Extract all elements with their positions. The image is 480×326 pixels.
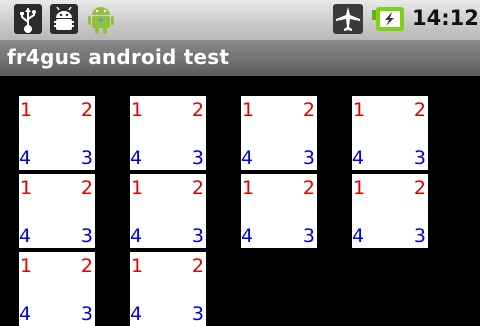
debug-icon <box>50 4 78 34</box>
battery-charging-icon <box>372 7 404 31</box>
tile-number-tl: 1 <box>131 255 144 277</box>
tile-number-tl: 1 <box>353 177 366 199</box>
number-tile: 1 2 4 3 <box>130 174 206 248</box>
tile-number-tr: 2 <box>80 99 93 121</box>
tile-number-bl: 4 <box>352 147 365 169</box>
tile-number-tr: 2 <box>191 177 204 199</box>
number-tile: 1 2 4 3 <box>19 252 95 326</box>
tile-number-tl: 1 <box>20 255 33 277</box>
tile-number-br: 3 <box>191 147 204 169</box>
tile-number-bl: 4 <box>241 147 254 169</box>
number-tile: 1 2 4 3 <box>19 174 95 248</box>
number-tile: 1 2 4 3 <box>241 174 317 248</box>
airplane-signal-icon <box>333 4 363 34</box>
tile-number-bl: 4 <box>19 303 32 325</box>
tile-number-bl: 4 <box>130 147 143 169</box>
tile-number-br: 3 <box>191 303 204 325</box>
number-tile: 1 2 4 3 <box>352 96 428 170</box>
number-tile: 1 2 4 3 <box>130 96 206 170</box>
tile-number-tl: 1 <box>242 177 255 199</box>
tile-number-br: 3 <box>191 225 204 247</box>
number-tile: 1 2 4 3 <box>130 252 206 326</box>
tile-number-tr: 2 <box>80 177 93 199</box>
tile-number-br: 3 <box>80 225 93 247</box>
status-bar: 14:12 <box>0 0 480 40</box>
tile-number-tl: 1 <box>20 99 33 121</box>
tile-number-tl: 1 <box>131 177 144 199</box>
tile-number-tr: 2 <box>413 99 426 121</box>
tile-number-br: 3 <box>80 303 93 325</box>
app-title: fr4gus android test <box>7 45 230 69</box>
tile-number-br: 3 <box>413 225 426 247</box>
status-clock: 14:12 <box>412 6 479 30</box>
tile-number-tr: 2 <box>413 177 426 199</box>
tile-number-br: 3 <box>80 147 93 169</box>
tile-number-bl: 4 <box>352 225 365 247</box>
tile-number-tl: 1 <box>242 99 255 121</box>
tile-number-bl: 4 <box>241 225 254 247</box>
tile-number-bl: 4 <box>19 147 32 169</box>
title-bar: fr4gus android test <box>0 40 480 76</box>
tile-number-tr: 2 <box>302 99 315 121</box>
tile-number-br: 3 <box>302 147 315 169</box>
tile-number-bl: 4 <box>19 225 32 247</box>
tile-number-tr: 2 <box>302 177 315 199</box>
tile-number-tl: 1 <box>20 177 33 199</box>
number-tile: 1 2 4 3 <box>19 96 95 170</box>
tile-number-tl: 1 <box>131 99 144 121</box>
usb-icon <box>14 4 42 34</box>
tile-number-tr: 2 <box>80 255 93 277</box>
tile-number-tr: 2 <box>191 255 204 277</box>
number-tile: 1 2 4 3 <box>352 174 428 248</box>
tile-number-bl: 4 <box>130 225 143 247</box>
tile-number-tl: 1 <box>353 99 366 121</box>
tile-number-br: 3 <box>413 147 426 169</box>
tile-number-br: 3 <box>302 225 315 247</box>
number-tile: 1 2 4 3 <box>241 96 317 170</box>
android-app-icon <box>86 2 116 36</box>
tile-number-bl: 4 <box>130 303 143 325</box>
tile-number-tr: 2 <box>191 99 204 121</box>
